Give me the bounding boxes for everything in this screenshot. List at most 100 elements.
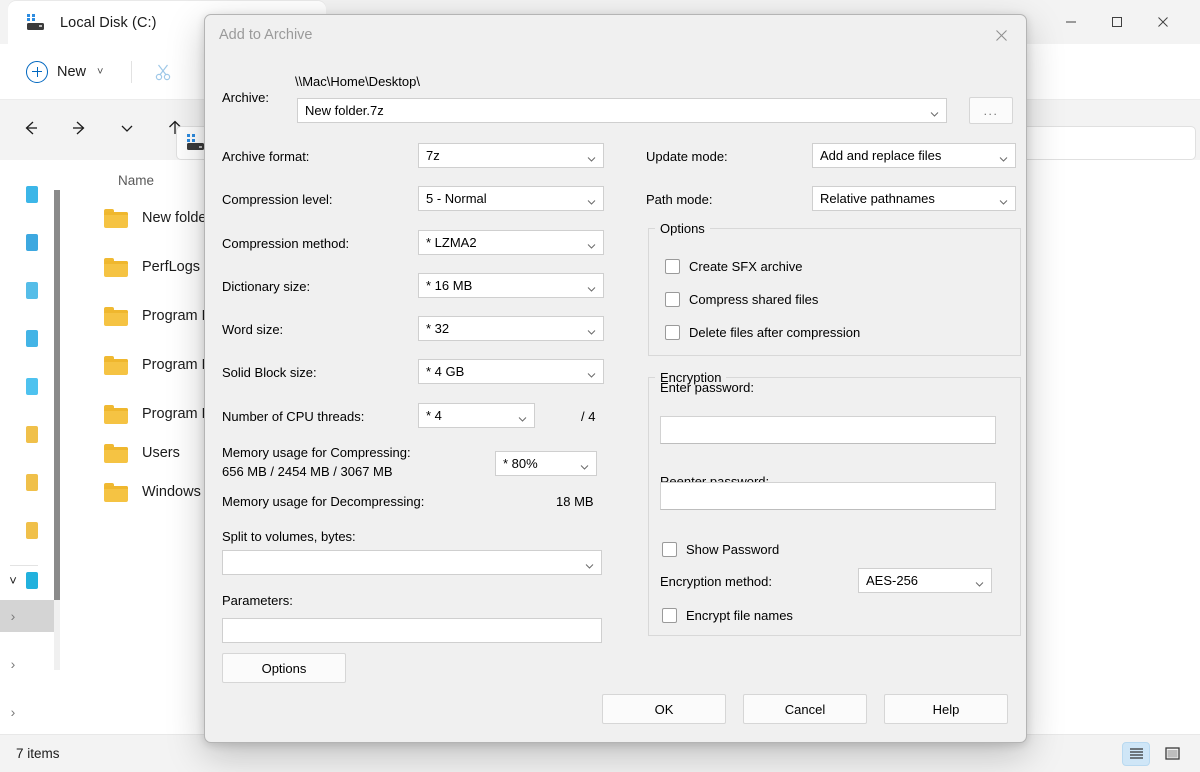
encrypt-file-names-label: Encrypt file names (686, 608, 793, 623)
scissors-icon (153, 62, 173, 82)
table-row[interactable]: PerfLogs (60, 245, 200, 289)
dictionary-size-value: * 16 MB (426, 278, 472, 293)
details-view-icon (1164, 746, 1181, 761)
delete-files-after-compression-label: Delete files after compression (689, 325, 860, 340)
archive-format-select[interactable]: 7z (418, 143, 604, 168)
file-name: PerfLogs (142, 259, 200, 275)
compression-level-value: 5 - Normal (426, 191, 487, 206)
cpu-threads-select[interactable]: * 4 (418, 403, 535, 428)
chevron-down-icon[interactable] (585, 558, 594, 567)
help-button[interactable]: Help (884, 694, 1008, 724)
chevron-right-icon[interactable]: › (0, 656, 26, 672)
quick-access-icon (26, 186, 38, 203)
chevron-down-icon[interactable] (587, 324, 596, 333)
memory-compressing-label: Memory usage for Compressing: (222, 445, 411, 460)
archive-name-value: New folder.7z (305, 103, 384, 118)
update-mode-select[interactable]: Add and replace files (812, 143, 1016, 168)
show-password-checkbox-row[interactable]: Show Password (662, 542, 779, 557)
parameters-input[interactable] (222, 618, 602, 643)
ok-button-label: OK (655, 702, 674, 717)
browse-button[interactable]: ... (969, 97, 1013, 124)
back-button[interactable] (14, 111, 48, 145)
create-sfx-archive-checkbox[interactable] (665, 259, 680, 274)
encrypt-file-names-checkbox[interactable] (662, 608, 677, 623)
create-sfx-archive-label: Create SFX archive (689, 259, 802, 274)
table-row[interactable]: Program Fil (60, 294, 217, 338)
this-pc-icon (26, 572, 38, 589)
compression-method-select[interactable]: * LZMA2 (418, 230, 604, 255)
folder-icon (104, 356, 128, 375)
table-row[interactable]: Windows (60, 470, 201, 514)
chevron-down-icon[interactable] (587, 194, 596, 203)
word-size-label: Word size: (222, 322, 283, 337)
column-header-name[interactable]: Name (118, 173, 154, 188)
chevron-down-icon[interactable] (587, 151, 596, 160)
ok-button[interactable]: OK (602, 694, 726, 724)
forward-button[interactable] (62, 111, 96, 145)
chevron-down-icon[interactable]: ˅ (0, 573, 26, 588)
archive-name-input[interactable]: New folder.7z (297, 98, 947, 123)
chevron-down-icon[interactable] (587, 367, 596, 376)
close-icon (995, 29, 1008, 42)
cut-button[interactable] (146, 55, 180, 89)
compression-level-select[interactable]: 5 - Normal (418, 186, 604, 211)
delete-files-after-compression-checkbox[interactable] (665, 325, 680, 340)
memory-usage-select[interactable]: * 80% (495, 451, 597, 476)
details-view-button[interactable] (1158, 742, 1186, 766)
encryption-method-select[interactable]: AES-256 (858, 568, 992, 593)
dictionary-size-label: Dictionary size: (222, 279, 310, 294)
enter-password-field[interactable] (660, 416, 996, 444)
delete-files-after-compression-checkbox-row[interactable]: Delete files after compression (665, 325, 860, 340)
chevron-down-icon[interactable] (518, 411, 527, 420)
recent-locations-button[interactable] (110, 111, 144, 145)
list-view-button[interactable] (1122, 742, 1150, 766)
table-row[interactable]: Program Fil (60, 343, 217, 387)
chevron-down-icon[interactable] (975, 576, 984, 585)
chevron-down-icon[interactable] (587, 238, 596, 247)
chevron-down-icon[interactable] (580, 459, 589, 468)
explorer-tab-label: Local Disk (C:) (60, 15, 157, 31)
view-mode-toggles (1122, 742, 1186, 766)
close-button[interactable] (1140, 0, 1186, 44)
new-button[interactable]: New ˅ (16, 54, 113, 90)
music-icon (26, 474, 38, 491)
maximize-button[interactable] (1094, 0, 1140, 44)
chevron-down-icon[interactable] (999, 151, 1008, 160)
memory-usage-value: * 80% (503, 456, 538, 471)
chevron-right-icon[interactable]: › (0, 608, 26, 624)
create-sfx-archive-checkbox-row[interactable]: Create SFX archive (665, 259, 802, 274)
compress-shared-files-checkbox-row[interactable]: Compress shared files (665, 292, 818, 307)
videos-icon (26, 522, 38, 539)
cancel-button[interactable]: Cancel (743, 694, 867, 724)
new-button-label: New (57, 64, 86, 80)
options-button[interactable]: Options (222, 653, 346, 683)
reenter-password-field[interactable] (660, 482, 996, 510)
path-mode-value: Relative pathnames (820, 191, 935, 206)
show-password-checkbox[interactable] (662, 542, 677, 557)
word-size-select[interactable]: * 32 (418, 316, 604, 341)
chevron-down-icon[interactable] (930, 106, 939, 115)
split-volumes-input[interactable] (222, 550, 602, 575)
chevron-down-icon[interactable]: ˅ (97, 66, 103, 78)
memory-decompressing-label: Memory usage for Decompressing: (222, 494, 424, 509)
help-button-label: Help (933, 702, 960, 717)
table-row[interactable]: New folder (60, 196, 211, 240)
chevron-down-icon (119, 120, 135, 136)
compress-shared-files-checkbox[interactable] (665, 292, 680, 307)
compression-level-label: Compression level: (222, 192, 333, 207)
path-mode-select[interactable]: Relative pathnames (812, 186, 1016, 211)
chevron-right-icon[interactable]: › (0, 704, 26, 720)
solid-block-size-select[interactable]: * 4 GB (418, 359, 604, 384)
dialog-close-button[interactable] (976, 15, 1026, 55)
chevron-down-icon[interactable] (587, 281, 596, 290)
dictionary-size-select[interactable]: * 16 MB (418, 273, 604, 298)
minimize-button[interactable] (1048, 0, 1094, 44)
encrypt-file-names-checkbox-row[interactable]: Encrypt file names (662, 608, 793, 623)
folder-icon (104, 444, 128, 463)
table-row[interactable]: Users (60, 431, 180, 475)
chevron-down-icon[interactable] (999, 194, 1008, 203)
documents-icon (26, 378, 38, 395)
list-view-icon (1128, 746, 1145, 761)
folder-icon (104, 483, 128, 502)
table-row[interactable]: Program Fil (60, 392, 217, 436)
